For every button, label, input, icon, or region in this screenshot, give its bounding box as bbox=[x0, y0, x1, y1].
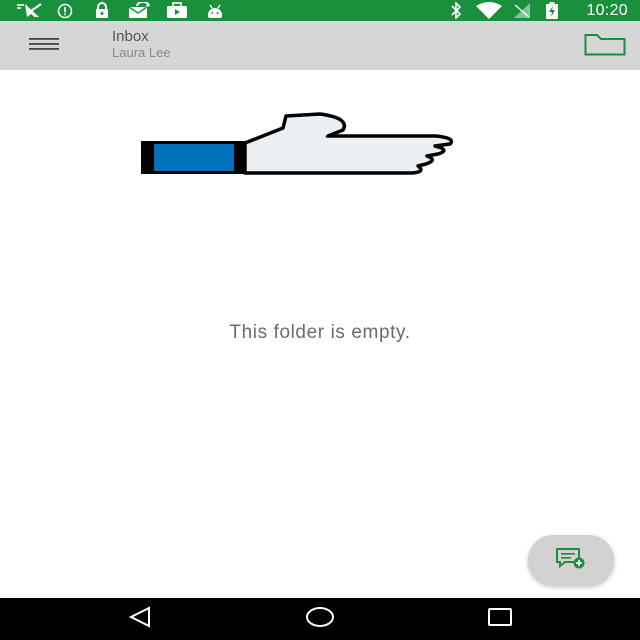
hamburger-menu-icon bbox=[29, 37, 59, 56]
folder-icon bbox=[584, 32, 626, 61]
briefcase-icon bbox=[164, 2, 190, 19]
wifi-icon bbox=[474, 2, 504, 19]
empty-folder-message: This folder is empty. bbox=[229, 322, 411, 343]
back-icon bbox=[128, 605, 152, 633]
home-button[interactable] bbox=[300, 606, 340, 632]
navigation-bar bbox=[0, 598, 640, 640]
back-button[interactable] bbox=[120, 605, 160, 633]
account-name: Laura Lee bbox=[112, 45, 171, 60]
info-icon bbox=[56, 2, 74, 19]
battery-charging-icon bbox=[544, 2, 560, 19]
signal-icon bbox=[512, 2, 532, 19]
bluetooth-icon bbox=[446, 2, 466, 19]
home-icon bbox=[305, 606, 335, 633]
status-bar: 10:20 bbox=[0, 0, 640, 21]
status-time: 10:20 bbox=[586, 2, 628, 19]
recents-button[interactable] bbox=[480, 606, 520, 632]
compose-message-icon bbox=[555, 547, 587, 574]
screen: 10:20 Inbox Laura Lee This folder is emp… bbox=[0, 0, 640, 640]
toolbar-title: Inbox bbox=[112, 28, 149, 45]
menu-button[interactable] bbox=[22, 31, 66, 61]
recents-icon bbox=[487, 607, 513, 632]
mouse-pointer-icon bbox=[14, 2, 44, 19]
mail-sync-icon bbox=[126, 2, 152, 19]
android-icon bbox=[204, 2, 226, 19]
compose-button[interactable] bbox=[528, 535, 614, 585]
thumbs-up-illustration bbox=[138, 110, 458, 180]
lock-icon bbox=[92, 2, 112, 19]
toolbar: Inbox Laura Lee bbox=[0, 21, 640, 70]
folder-button[interactable] bbox=[580, 29, 630, 63]
